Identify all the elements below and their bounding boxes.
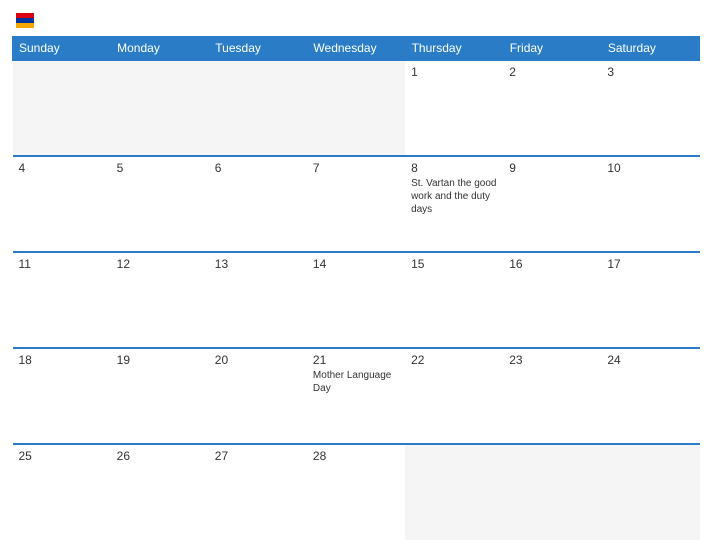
calendar-cell-empty — [13, 60, 111, 156]
day-number-6: 6 — [215, 161, 301, 175]
calendar-cell-15: 15 — [405, 252, 503, 348]
day-number-27: 27 — [215, 449, 301, 463]
calendar-cell-empty — [601, 444, 699, 540]
calendar-cell-12: 12 — [111, 252, 209, 348]
calendar-cell-18: 18 — [13, 348, 111, 444]
calendar-cell-8: 8 St. Vartan the good work and the duty d… — [405, 156, 503, 252]
day-number-25: 25 — [19, 449, 105, 463]
weekday-header-saturday: Saturday — [601, 37, 699, 61]
calendar-week-1: 123 — [13, 60, 700, 156]
day-number-12: 12 — [117, 257, 203, 271]
calendar-cell-17: 17 — [601, 252, 699, 348]
calendar-cell-empty — [405, 444, 503, 540]
day-number-22: 22 — [411, 353, 497, 367]
weekday-header-thursday: Thursday — [405, 37, 503, 61]
day-number-21: 21 — [313, 353, 399, 367]
calendar-cell-16: 16 — [503, 252, 601, 348]
calendar-cell-20: 20 — [209, 348, 307, 444]
logo — [12, 10, 36, 32]
calendar-week-5: 25 26 27 28 — [13, 444, 700, 540]
day-number-10: 10 — [607, 161, 693, 175]
day-number-2: 2 — [509, 65, 595, 79]
calendar-week-2: 45678 St. Vartan the good work and the du… — [13, 156, 700, 252]
day-number-5: 5 — [117, 161, 203, 175]
calendar-cell-24: 24 — [601, 348, 699, 444]
calendar-cell-26: 26 — [111, 444, 209, 540]
calendar-cell-28: 28 — [307, 444, 405, 540]
day-number-3: 3 — [607, 65, 693, 79]
calendar-cell-empty — [209, 60, 307, 156]
calendar-cell-11: 11 — [13, 252, 111, 348]
day-number-11: 11 — [19, 257, 105, 271]
calendar-body: 12345678St. Vartan the good work and the… — [13, 60, 700, 540]
day-number-24: 24 — [607, 353, 693, 367]
calendar-cell-10: 10 — [601, 156, 699, 252]
calendar-header-row: SundayMondayTuesdayWednesdayThursdayFrid… — [13, 37, 700, 61]
calendar-cell-5: 5 — [111, 156, 209, 252]
day-number-17: 17 — [607, 257, 693, 271]
calendar-week-3: 11 12 13 14 15 16 17 — [13, 252, 700, 348]
calendar-cell-14: 14 — [307, 252, 405, 348]
calendar-cell-4: 4 — [13, 156, 111, 252]
calendar-cell-3: 3 — [601, 60, 699, 156]
calendar-cell-empty — [111, 60, 209, 156]
day-number-19: 19 — [117, 353, 203, 367]
day-number-18: 18 — [19, 353, 105, 367]
day-number-1: 1 — [411, 65, 497, 79]
day-number-26: 26 — [117, 449, 203, 463]
day-number-23: 23 — [509, 353, 595, 367]
calendar-cell-23: 23 — [503, 348, 601, 444]
calendar-cell-6: 6 — [209, 156, 307, 252]
calendar-cell-19: 19 — [111, 348, 209, 444]
calendar-header — [12, 10, 700, 32]
weekday-header-friday: Friday — [503, 37, 601, 61]
day-number-7: 7 — [313, 161, 399, 175]
day-number-28: 28 — [313, 449, 399, 463]
day-number-14: 14 — [313, 257, 399, 271]
calendar-cell-25: 25 — [13, 444, 111, 540]
calendar-cell-21: 21 Mother Language Day — [307, 348, 405, 444]
calendar-cell-2: 2 — [503, 60, 601, 156]
calendar-cell-22: 22 — [405, 348, 503, 444]
calendar-table: SundayMondayTuesdayWednesdayThursdayFrid… — [12, 36, 700, 540]
calendar-cell-empty — [503, 444, 601, 540]
day-number-15: 15 — [411, 257, 497, 271]
weekday-header-wednesday: Wednesday — [307, 37, 405, 61]
weekday-header-tuesday: Tuesday — [209, 37, 307, 61]
calendar-cell-empty — [307, 60, 405, 156]
day-number-13: 13 — [215, 257, 301, 271]
weekday-header-sunday: Sunday — [13, 37, 111, 61]
calendar-cell-13: 13 — [209, 252, 307, 348]
calendar-cell-1: 1 — [405, 60, 503, 156]
logo-flag-icon — [14, 10, 36, 32]
calendar-cell-9: 9 — [503, 156, 601, 252]
day-number-8: 8 — [411, 161, 497, 175]
event-text-21: Mother Language Day — [313, 369, 399, 395]
day-number-20: 20 — [215, 353, 301, 367]
calendar-page: SundayMondayTuesdayWednesdayThursdayFrid… — [0, 0, 712, 550]
event-text-8: St. Vartan the good work and the duty da… — [411, 177, 497, 216]
weekday-header-monday: Monday — [111, 37, 209, 61]
day-number-4: 4 — [19, 161, 105, 175]
calendar-cell-27: 27 — [209, 444, 307, 540]
day-number-9: 9 — [509, 161, 595, 175]
calendar-cell-7: 7 — [307, 156, 405, 252]
calendar-week-4: 18 19 20 21 Mother Language Day 22 23 24 — [13, 348, 700, 444]
day-number-16: 16 — [509, 257, 595, 271]
